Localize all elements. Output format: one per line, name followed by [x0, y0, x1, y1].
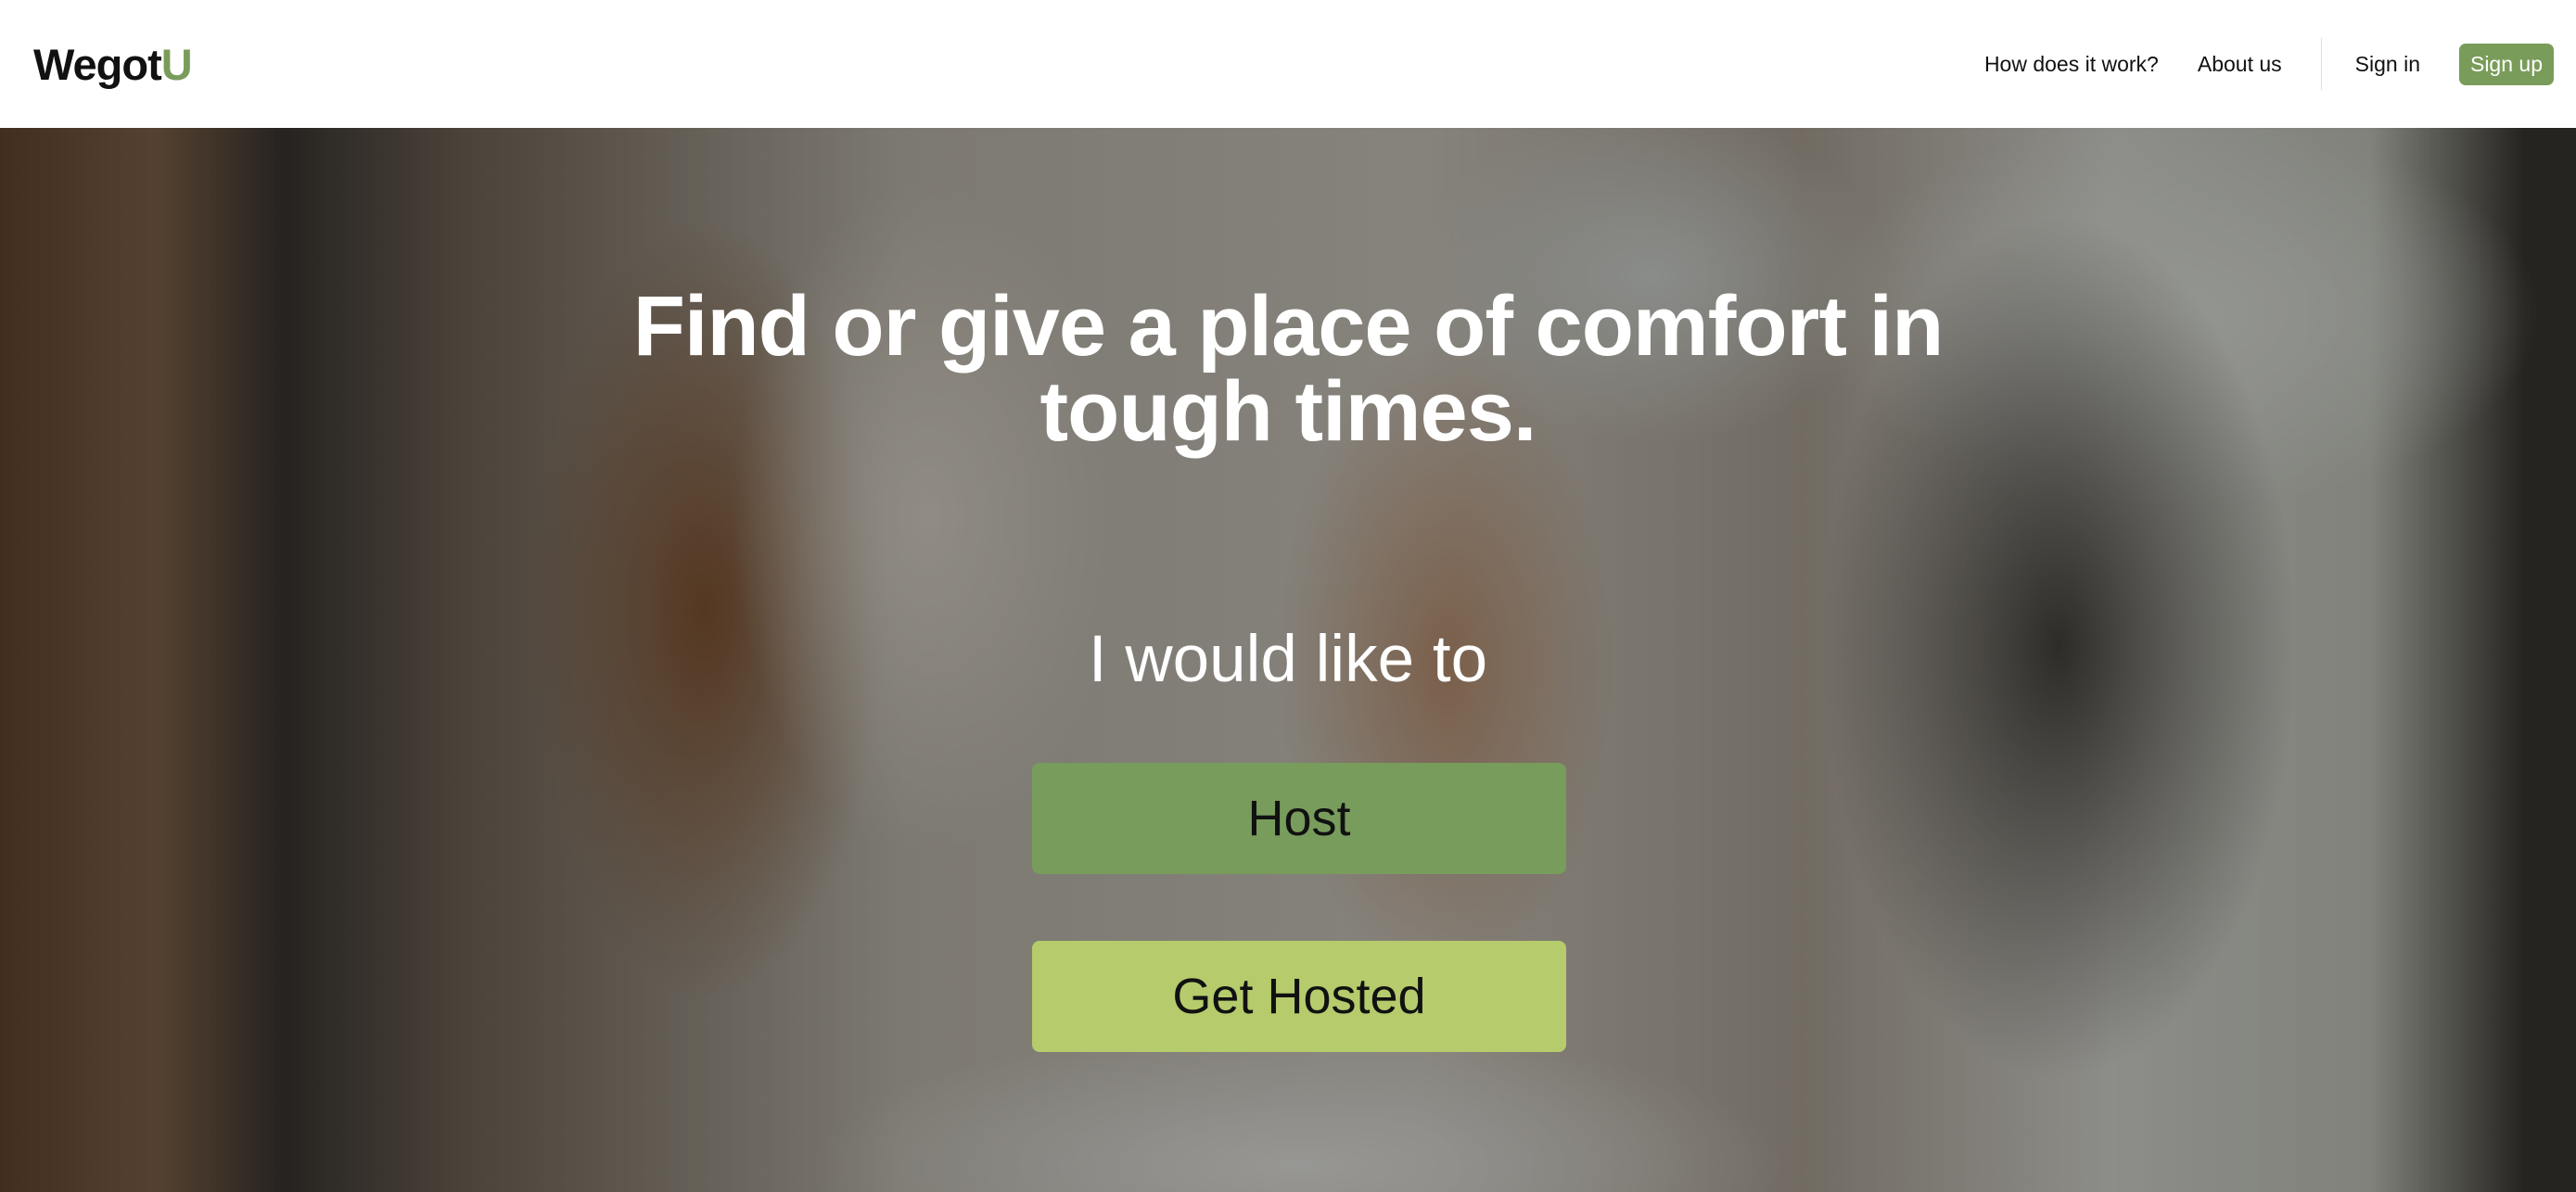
sign-in-link[interactable]: Sign in	[2355, 52, 2420, 77]
sign-up-button[interactable]: Sign up	[2458, 43, 2554, 85]
nav-how-it-works[interactable]: How does it work?	[1984, 52, 2159, 77]
hero-subtitle: I would like to	[1088, 623, 1488, 696]
nav-divider	[2320, 38, 2322, 90]
get-hosted-button[interactable]: Get Hosted	[1032, 941, 1566, 1052]
logo-accent: U	[160, 39, 193, 89]
logo-text: Wegot	[33, 39, 162, 89]
logo[interactable]: Wegot U	[33, 39, 193, 90]
site-header: Wegot U How does it work? About us Sign i…	[0, 0, 2576, 128]
host-button[interactable]: Host	[1032, 763, 1566, 874]
hero-title: Find or give a place of comfort in tough…	[632, 279, 1945, 459]
main-nav: How does it work? About us Sign in Sign …	[1945, 0, 2554, 128]
nav-about-us[interactable]: About us	[2198, 52, 2282, 77]
hero-section: Find or give a place of comfort in tough…	[0, 128, 2576, 1192]
